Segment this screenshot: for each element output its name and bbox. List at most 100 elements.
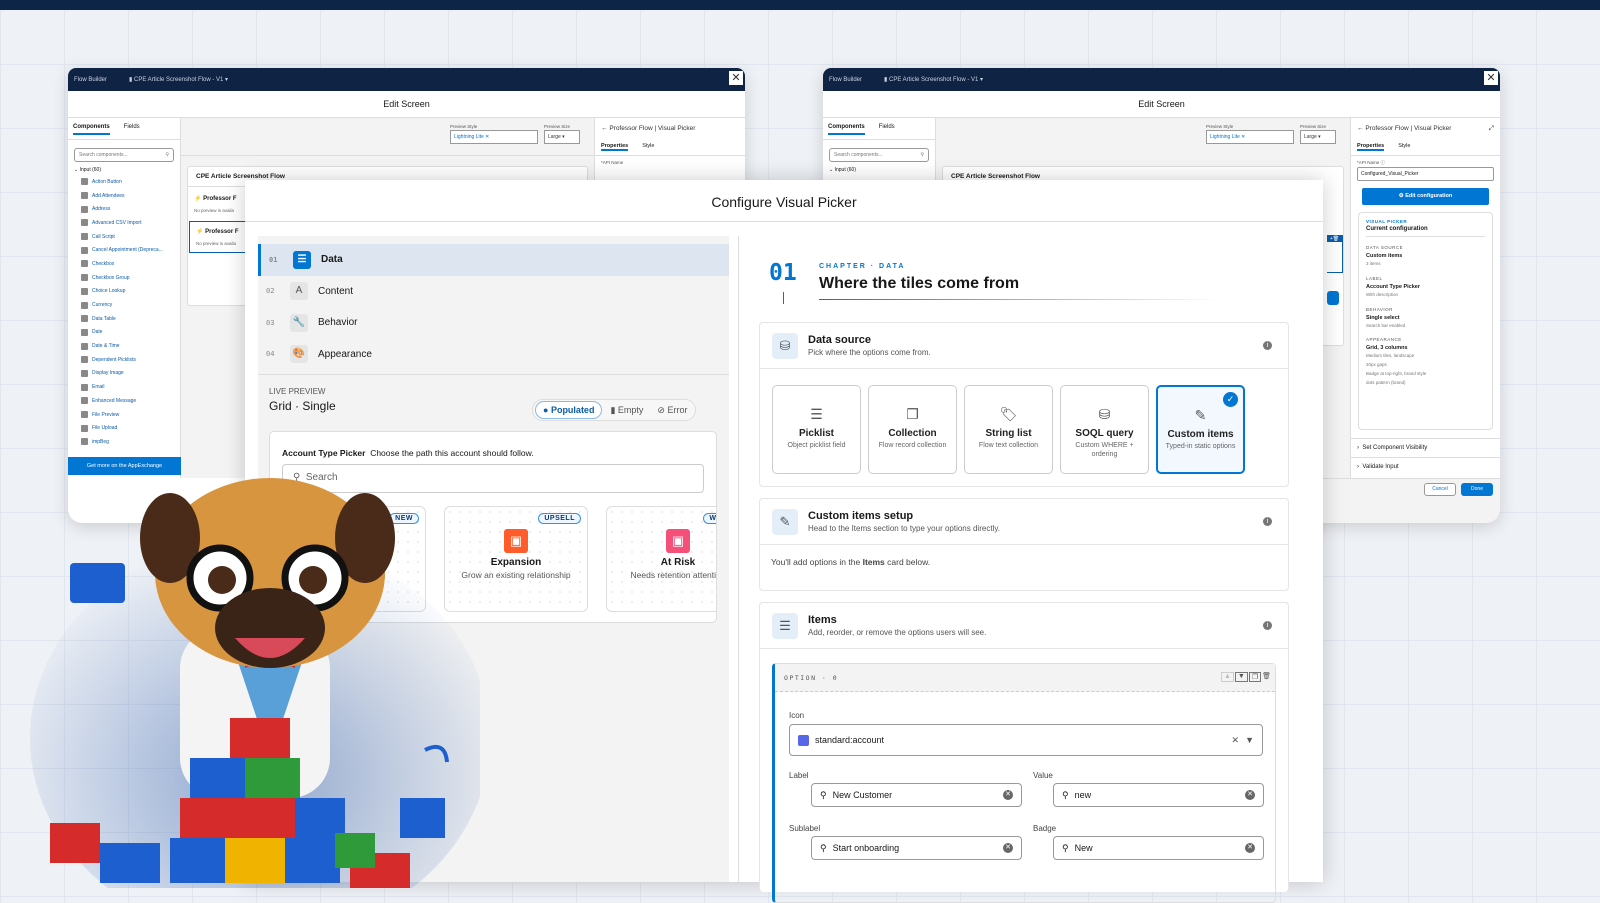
configuration-summary: VISUAL PICKER Current configuration DATA… [1358,212,1493,430]
tab-components[interactable]: Components [73,124,110,135]
component-item[interactable]: Checkbox [68,257,180,271]
state-empty[interactable]: ▮ Empty [604,402,649,419]
tab-properties[interactable]: Properties [1357,143,1384,151]
search-components-input[interactable]: Search components...⚲ [74,148,174,162]
data-icon: ☰ [293,251,311,269]
component-item[interactable]: File Upload [68,421,180,435]
info-icon[interactable]: i [1263,621,1272,630]
option-icon: ✎ [1158,407,1243,429]
preview-style-select[interactable]: Lightning Lite ✕ [450,130,538,144]
search-components-input[interactable]: Search components...⚲ [829,148,929,162]
component-item[interactable]: Currency [68,298,180,312]
expand-icon[interactable]: ⤢ [1489,125,1494,133]
close-icon[interactable]: ✕ [1484,71,1498,85]
data-source-option[interactable]: 🏷String listFlow text collection [964,385,1053,474]
component-item[interactable]: Data Table [68,312,180,326]
appexchange-button[interactable]: Get more on the AppExchange [68,457,181,475]
component-icon [81,260,88,267]
tile-icon: ▣ [666,529,690,553]
cancel-button[interactable]: Cancel [1424,483,1456,496]
nav-item-data[interactable]: 01☰Data [258,244,729,276]
app-name[interactable]: Flow Builder [74,77,107,83]
state-populated[interactable]: ● Populated [535,401,602,419]
chapter-nav: 01☰Data02AContent03🔧Behavior04🎨Appearanc… [258,236,729,375]
state-error[interactable]: ⊘ Error [651,402,693,419]
data-source-option[interactable]: ⛁SOQL queryCustom WHERE + ordering [1060,385,1149,474]
edit-configuration-button[interactable]: ⚙ Edit configuration [1362,188,1489,205]
clear-icon[interactable]: ✕ [1232,735,1240,746]
tile-icon: ▣ [504,529,528,553]
component-item[interactable]: Action Button [68,175,180,189]
sublabel-input[interactable]: ⚲ Start onboarding✕ [811,836,1022,860]
set-component-visibility[interactable]: › Set Component Visibility [1351,438,1500,457]
label-input[interactable]: ⚲ New Customer✕ [811,783,1022,807]
option-icon: ❐ [869,406,956,428]
option-controls: ▲▼❐🗑 [1221,672,1271,682]
preview-style-select[interactable]: Lightning Lite ✕ [1206,130,1294,144]
canvas-button[interactable] [1327,291,1339,305]
component-item[interactable]: Dependent Picklists [68,353,180,367]
add-delete-icons[interactable]: +🗑 [1327,236,1342,242]
custom-items-note: You'll add options in the Items card bel… [760,545,1288,579]
move-down-icon[interactable]: ▼ [1235,672,1248,682]
value-input[interactable]: ⚲ new✕ [1053,783,1264,807]
move-up-icon[interactable]: ▲ [1221,672,1234,682]
component-item[interactable]: Address [68,202,180,216]
component-item[interactable]: Call Script [68,230,180,244]
clear-icon: ✕ [1003,843,1013,853]
input-group-toggle[interactable]: ⌄ Input (60) [68,166,180,175]
delete-icon[interactable]: 🗑 [1262,672,1271,682]
preview-style-label: Preview Style [1206,124,1233,129]
component-item[interactable]: File Preview [68,408,180,422]
component-item[interactable]: impBeg [68,435,180,449]
component-item[interactable]: Advanced CSV Import [68,216,180,230]
icon-combobox[interactable]: standard:account✕▼ [789,724,1263,756]
nav-item-content[interactable]: 02AContent [258,276,729,308]
tab-properties[interactable]: Properties [601,143,628,151]
option-icon: 🏷 [965,406,1052,428]
nav-item-appearance[interactable]: 04🎨Appearance [258,339,729,371]
preview-size-select[interactable]: Large ▾ [544,130,580,144]
component-item[interactable]: Display Image [68,367,180,381]
badge-input[interactable]: ⚲ New✕ [1053,836,1264,860]
input-group-toggle[interactable]: ⌄ Input (60) [823,166,935,174]
component-item[interactable]: Email [68,380,180,394]
preview-state-toggle: ● Populated ▮ Empty ⊘ Error [532,399,696,421]
info-icon[interactable]: i [1263,341,1272,350]
tab-fields[interactable]: Fields [124,124,140,135]
info-icon[interactable]: i [1263,517,1272,526]
tab-fields[interactable]: Fields [879,124,895,135]
component-item[interactable]: Checkbox Group [68,271,180,285]
tab-components[interactable]: Components [828,124,865,135]
validate-input[interactable]: › Validate Input [1351,457,1500,476]
modal-right-pane: 01 CHAPTER · DATA Where the tiles come f… [738,236,1323,882]
flow-title[interactable]: ▮ CPE Article Screenshot Flow - V1 ▾ [129,76,228,83]
component-item[interactable]: Date [68,326,180,340]
flow-title[interactable]: ▮ CPE Article Screenshot Flow - V1 ▾ [884,76,983,83]
component-item[interactable]: Cancel Appointment (Depreca... [68,243,180,257]
data-source-option[interactable]: ☰PicklistObject picklist field [772,385,861,474]
data-source-option[interactable]: ❐CollectionFlow record collection [868,385,957,474]
tab-style[interactable]: Style [642,143,654,151]
nav-item-behavior[interactable]: 03🔧Behavior [258,307,729,339]
edit-screen-title: Edit Screen [68,91,745,118]
chevron-down-icon[interactable]: ▼ [1245,735,1254,745]
tab-style[interactable]: Style [1398,143,1410,151]
api-name-input[interactable]: Configured_Visual_Picker [1357,167,1494,181]
duplicate-icon[interactable]: ❐ [1249,672,1261,682]
window-header: Flow Builder ▮ CPE Article Screenshot Flo… [68,68,745,91]
close-icon[interactable]: ✕ [729,71,743,85]
component-icon [81,219,88,226]
done-button[interactable]: Done [1461,483,1493,496]
preview-tile[interactable]: WATCH▣At RiskNeeds retention attention [606,506,717,612]
component-item[interactable]: Add Attendees [68,189,180,203]
component-item[interactable]: Enhanced Message [68,394,180,408]
component-item[interactable]: Choice Lookup [68,285,180,299]
option-0: OPTION · 0 ▲▼❐🗑 Icon standard:account✕▼ … [772,663,1276,903]
preview-size-select[interactable]: Large ▾ [1300,130,1336,144]
clear-icon: ✕ [1003,790,1013,800]
component-item[interactable]: Date & Time [68,339,180,353]
data-source-option[interactable]: ✓✎Custom itemsTyped-in static options [1156,385,1245,474]
app-name[interactable]: Flow Builder [829,77,862,83]
option-icon: ⛁ [1061,406,1148,428]
